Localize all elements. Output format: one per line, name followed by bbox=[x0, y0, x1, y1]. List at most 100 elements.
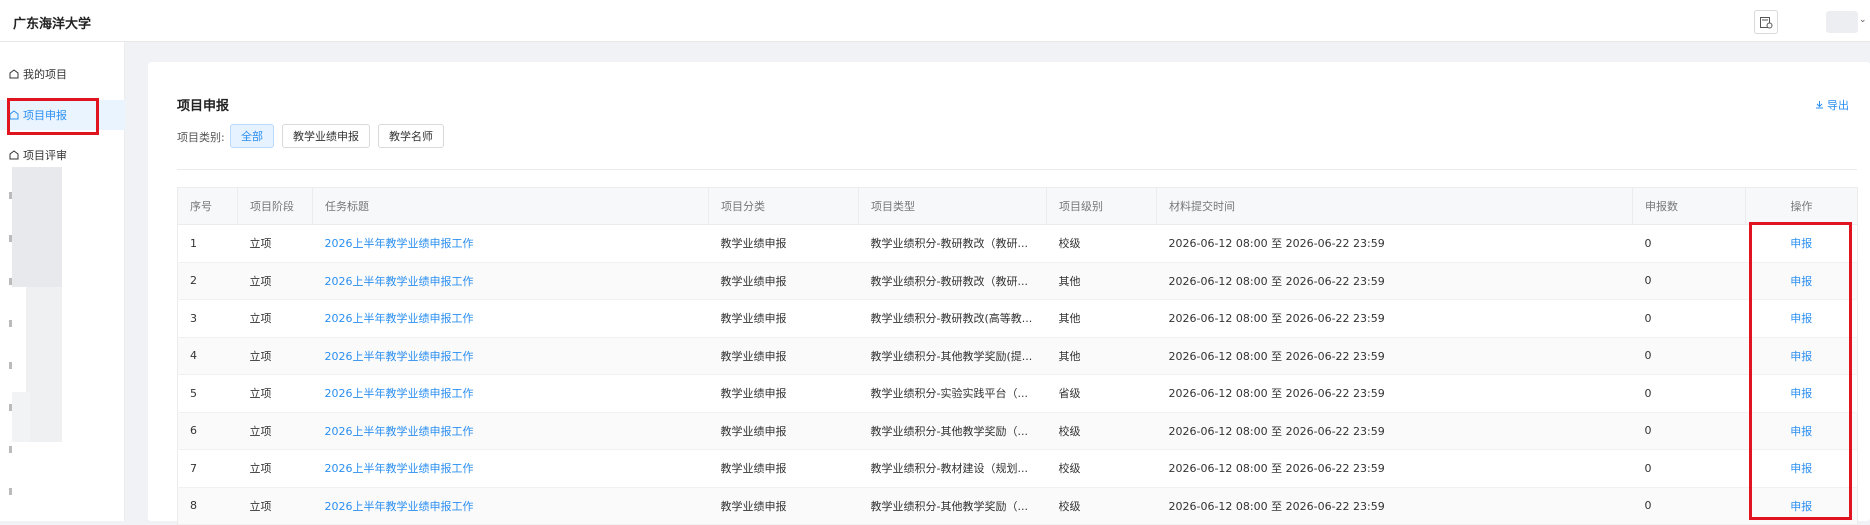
project-type: 教学业绩积分-其他教学奖励(提... bbox=[858, 337, 1047, 375]
column-header: 序号 bbox=[177, 187, 238, 225]
sidebar-marker bbox=[9, 235, 12, 242]
project-category: 教学业绩申报 bbox=[708, 487, 859, 525]
project-type: 教学业绩积分-教研教改（教研... bbox=[858, 262, 1047, 300]
task-title-link[interactable]: 2026上半年教学业绩申报工作 bbox=[312, 337, 709, 375]
apply-link[interactable]: 申报 bbox=[1745, 337, 1858, 375]
project-category: 教学业绩申报 bbox=[708, 299, 859, 338]
sidebar-marker bbox=[9, 320, 12, 327]
project-table: 序号 项目阶段 任务标题 项目分类 项目类型 项目级别 材料提交时间 申报数 操… bbox=[177, 187, 1858, 525]
column-header: 项目级别 bbox=[1046, 187, 1157, 225]
submission-time: 2026-06-12 08:00 至 2026-06-22 23:59 bbox=[1156, 374, 1633, 413]
project-type: 教学业绩积分-教研教改(高等教... bbox=[858, 299, 1047, 338]
project-level: 其他 bbox=[1046, 262, 1157, 300]
project-stage: 立项 bbox=[237, 374, 313, 413]
project-category: 教学业绩申报 bbox=[708, 224, 859, 263]
project-category: 教学业绩申报 bbox=[708, 374, 859, 413]
filter-all[interactable]: 全部 bbox=[230, 124, 274, 148]
project-stage: 立项 bbox=[237, 299, 313, 338]
table-header: 序号 项目阶段 任务标题 项目分类 项目类型 项目级别 材料提交时间 申报数 操… bbox=[177, 187, 1858, 225]
project-stage: 立项 bbox=[237, 224, 313, 263]
column-header: 项目阶段 bbox=[237, 187, 313, 225]
project-category: 教学业绩申报 bbox=[708, 337, 859, 375]
project-type: 教学业绩积分-教研教改（教研... bbox=[858, 224, 1047, 263]
export-label: 导出 bbox=[1827, 99, 1849, 112]
project-category: 教学业绩申报 bbox=[708, 262, 859, 300]
filter-teaching-master[interactable]: 教学名师 bbox=[378, 124, 444, 148]
project-stage: 立项 bbox=[237, 487, 313, 525]
project-level: 校级 bbox=[1046, 224, 1157, 263]
sidebar-marker bbox=[9, 362, 12, 369]
download-icon bbox=[1815, 99, 1824, 112]
application-count: 0 bbox=[1632, 412, 1746, 450]
project-level: 校级 bbox=[1046, 412, 1157, 450]
table-row: 6 立项 2026上半年教学业绩申报工作 教学业绩申报 教学业绩积分-其他教学奖励（..… bbox=[177, 412, 1858, 450]
application-count: 0 bbox=[1632, 449, 1746, 488]
task-title-link[interactable]: 2026上半年教学业绩申报工作 bbox=[312, 449, 709, 488]
table-row: 1 立项 2026上半年教学业绩申报工作 教学业绩申报 教学业绩积分-教研教改（教研..… bbox=[177, 224, 1858, 263]
top-bar: 广东海洋大学 ⌄ bbox=[0, 0, 1870, 42]
project-level: 校级 bbox=[1046, 487, 1157, 525]
sidebar-item-label: 项目评审 bbox=[23, 149, 67, 162]
task-title-link[interactable]: 2026上半年教学业绩申报工作 bbox=[312, 262, 709, 300]
submission-time: 2026-06-12 08:00 至 2026-06-22 23:59 bbox=[1156, 487, 1633, 525]
project-stage: 立项 bbox=[237, 449, 313, 488]
column-header: 任务标题 bbox=[312, 187, 709, 225]
apply-link[interactable]: 申报 bbox=[1745, 449, 1858, 488]
submission-time: 2026-06-12 08:00 至 2026-06-22 23:59 bbox=[1156, 337, 1633, 375]
sidebar-marker bbox=[9, 192, 12, 199]
submission-time: 2026-06-12 08:00 至 2026-06-22 23:59 bbox=[1156, 412, 1633, 450]
submission-time: 2026-06-12 08:00 至 2026-06-22 23:59 bbox=[1156, 299, 1633, 338]
row-index: 3 bbox=[177, 299, 238, 338]
main-card: 项目申报 导出 项目类别: 全部 教学业绩申报 教学名师 序号 项目阶段 任务标… bbox=[148, 62, 1870, 525]
filter-teaching-performance[interactable]: 教学业绩申报 bbox=[282, 124, 370, 148]
blurred-region bbox=[12, 392, 30, 442]
sidebar-item-label: 我的项目 bbox=[23, 68, 67, 81]
task-title-link[interactable]: 2026上半年教学业绩申报工作 bbox=[312, 374, 709, 413]
apply-link[interactable]: 申报 bbox=[1745, 299, 1858, 338]
project-level: 其他 bbox=[1046, 299, 1157, 338]
application-count: 0 bbox=[1632, 224, 1746, 263]
application-count: 0 bbox=[1632, 262, 1746, 300]
row-index: 6 bbox=[177, 412, 238, 450]
sidebar-item-project-review[interactable]: 项目评审 bbox=[0, 140, 125, 170]
task-title-link[interactable]: 2026上半年教学业绩申报工作 bbox=[312, 412, 709, 450]
column-header: 项目类型 bbox=[858, 187, 1047, 225]
submission-time: 2026-06-12 08:00 至 2026-06-22 23:59 bbox=[1156, 449, 1633, 488]
row-index: 2 bbox=[177, 262, 238, 300]
project-level: 省级 bbox=[1046, 374, 1157, 413]
table-row: 8 立项 2026上半年教学业绩申报工作 教学业绩申报 教学业绩积分-其他教学奖励（..… bbox=[177, 487, 1858, 525]
table-row: 2 立项 2026上半年教学业绩申报工作 教学业绩申报 教学业绩积分-教研教改（教研..… bbox=[177, 262, 1858, 300]
apply-link[interactable]: 申报 bbox=[1745, 412, 1858, 450]
calendar-icon[interactable] bbox=[1754, 10, 1778, 34]
building-icon bbox=[9, 150, 19, 160]
apply-link[interactable]: 申报 bbox=[1745, 224, 1858, 263]
sidebar-marker bbox=[9, 404, 12, 411]
project-stage: 立项 bbox=[237, 262, 313, 300]
highlight-box-sidebar bbox=[7, 98, 99, 135]
row-index: 1 bbox=[177, 224, 238, 263]
blurred-region bbox=[12, 167, 62, 287]
project-type: 教学业绩积分-其他教学奖励（... bbox=[858, 487, 1047, 525]
task-title-link[interactable]: 2026上半年教学业绩申报工作 bbox=[312, 487, 709, 525]
sidebar-marker bbox=[9, 446, 12, 453]
task-title-link[interactable]: 2026上半年教学业绩申报工作 bbox=[312, 299, 709, 338]
blurred-region bbox=[26, 287, 62, 442]
sidebar-marker bbox=[9, 278, 12, 285]
table-row: 5 立项 2026上半年教学业绩申报工作 教学业绩申报 教学业绩积分-实验实践平台（..… bbox=[177, 374, 1858, 413]
chevron-down-icon[interactable]: ⌄ bbox=[1859, 15, 1867, 25]
project-type: 教学业绩积分-其他教学奖励（... bbox=[858, 412, 1047, 450]
apply-link[interactable]: 申报 bbox=[1745, 262, 1858, 300]
apply-link[interactable]: 申报 bbox=[1745, 374, 1858, 413]
application-count: 0 bbox=[1632, 337, 1746, 375]
table-row: 4 立项 2026上半年教学业绩申报工作 教学业绩申报 教学业绩积分-其他教学奖励(提.… bbox=[177, 337, 1858, 375]
task-title-link[interactable]: 2026上半年教学业绩申报工作 bbox=[312, 224, 709, 263]
sidebar-item-my-projects[interactable]: 我的项目 bbox=[0, 59, 125, 89]
table-row: 3 立项 2026上半年教学业绩申报工作 教学业绩申报 教学业绩积分-教研教改(高等教.… bbox=[177, 299, 1858, 338]
apply-link[interactable]: 申报 bbox=[1745, 487, 1858, 525]
project-category: 教学业绩申报 bbox=[708, 449, 859, 488]
avatar[interactable] bbox=[1826, 11, 1858, 33]
row-index: 4 bbox=[177, 337, 238, 375]
row-index: 8 bbox=[177, 487, 238, 525]
row-index: 5 bbox=[177, 374, 238, 413]
export-button[interactable]: 导出 bbox=[1815, 97, 1849, 113]
